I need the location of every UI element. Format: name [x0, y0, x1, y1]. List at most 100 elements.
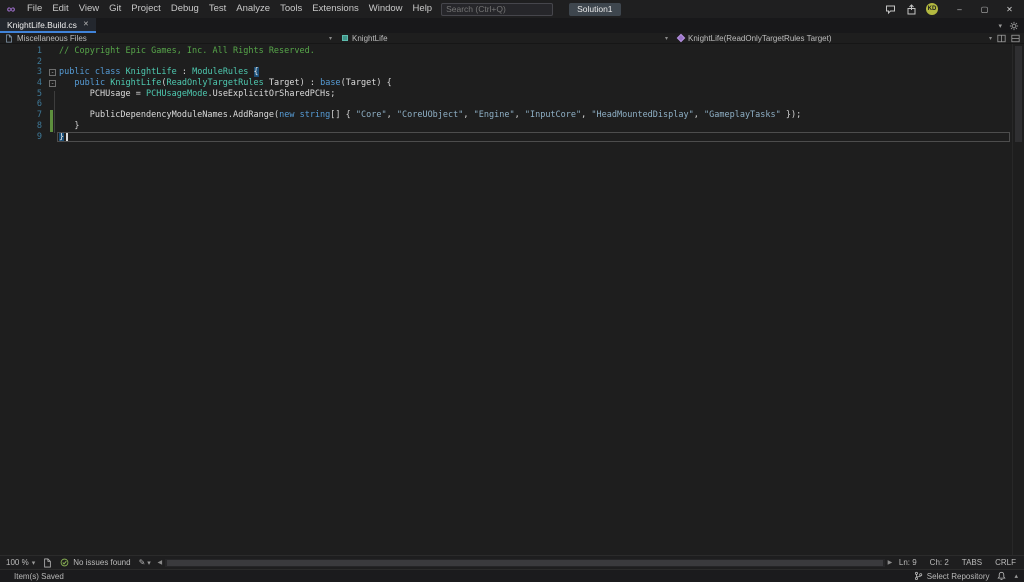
- column-indicator[interactable]: Ch: 2: [930, 558, 949, 567]
- avatar[interactable]: KD: [926, 3, 938, 15]
- close-button[interactable]: ✕: [997, 0, 1022, 18]
- zoom-level: 100 %: [6, 558, 29, 567]
- visual-studio-logo-icon[interactable]: ∞: [0, 0, 22, 18]
- token: PublicDependencyModuleNames: [89, 110, 228, 121]
- code-line[interactable]: 5 PCHUsage = PCHUsageMode.UseExplicitOrS…: [0, 89, 1012, 100]
- indent-mode-indicator[interactable]: TABS: [962, 558, 982, 567]
- code-line[interactable]: 7 PublicDependencyModuleNames.AddRange(n…: [0, 110, 1012, 121]
- vertical-scrollbar[interactable]: [1012, 44, 1024, 555]
- breadcrumb-method[interactable]: KnightLife(ReadOnlyTargetRules Target) ▾: [673, 33, 997, 43]
- code-line[interactable]: 2: [0, 57, 1012, 68]
- search-box[interactable]: [441, 2, 554, 16]
- eol-indicator[interactable]: CRLF: [995, 558, 1016, 567]
- token: "HeadMountedDisplay": [591, 110, 694, 121]
- menu-item-extensions[interactable]: Extensions: [307, 0, 363, 18]
- window-settings-icon[interactable]: [1009, 21, 1019, 31]
- method-icon: [676, 33, 686, 43]
- class-icon: [342, 35, 348, 41]
- line-number: 1: [36, 46, 42, 56]
- tab-strip-right: ▾: [998, 18, 1024, 33]
- chevron-down-icon[interactable]: ▾: [665, 35, 668, 42]
- token: {: [253, 67, 259, 78]
- scroll-left-icon[interactable]: ◀: [155, 559, 165, 566]
- vertical-scrollbar-thumb[interactable]: [1015, 46, 1022, 142]
- token: ,: [693, 110, 704, 121]
- editor-group: 1 // Copyright Epic Games, Inc. All Right…: [0, 44, 1024, 555]
- token: ReadOnlyTargetRules: [166, 78, 264, 89]
- line-number: 3: [36, 67, 42, 78]
- token: new: [279, 110, 295, 121]
- status-message: Item(s) Saved: [14, 571, 64, 581]
- horizontal-scrollbar[interactable]: ◀ ▶: [155, 556, 895, 569]
- title-bar-right: KD – ▢ ✕: [884, 0, 1024, 18]
- token: ,: [514, 110, 525, 121]
- chevron-down-icon[interactable]: ▾: [329, 35, 332, 42]
- solution-selector[interactable]: Solution1: [569, 2, 621, 16]
- line-indicator[interactable]: Ln: 9: [899, 558, 917, 567]
- share-icon[interactable]: [905, 3, 917, 15]
- breadcrumb-file[interactable]: Miscellaneous Files ▾: [0, 33, 337, 43]
- tab-close-icon[interactable]: ✕: [83, 21, 89, 28]
- minimize-button[interactable]: –: [947, 0, 972, 18]
- menu-item-test[interactable]: Test: [204, 0, 231, 18]
- token: =: [130, 88, 147, 99]
- menu-item-help[interactable]: Help: [408, 0, 438, 18]
- document-health-icon[interactable]: [43, 558, 52, 568]
- horizontal-scrollbar-thumb[interactable]: [166, 559, 883, 566]
- code-line[interactable]: 1 // Copyright Epic Games, Inc. All Right…: [0, 46, 1012, 57]
- line-number: 7: [36, 110, 42, 121]
- menu-item-debug[interactable]: Debug: [166, 0, 204, 18]
- visual-studio-window: ∞ File Edit View Git Project Debug Test Analyze…: [0, 0, 1024, 582]
- editor-status-left: 100 % ▾ No issues found ✎ ▾: [0, 558, 151, 568]
- scroll-right-icon[interactable]: ▶: [885, 559, 895, 566]
- collapse-box: -: [49, 79, 56, 87]
- token: ;: [330, 88, 336, 99]
- send-feedback-icon[interactable]: [884, 3, 896, 15]
- menu-item-window[interactable]: Window: [364, 0, 408, 18]
- menu-item-edit[interactable]: Edit: [47, 0, 73, 18]
- fold-collapse-icon[interactable]: -: [46, 78, 59, 89]
- code-line[interactable]: 6: [0, 99, 1012, 110]
- code-line[interactable]: 9}: [0, 131, 1012, 143]
- expand-panel-icon[interactable]: ▴: [1014, 572, 1018, 580]
- code-line[interactable]: 3- public class KnightLife : ModuleRules …: [0, 67, 1012, 78]
- select-repository-button[interactable]: Select Repository: [914, 571, 989, 581]
- tab-knightlife-build-cs[interactable]: KnightLife.Build.cs ✕: [0, 18, 96, 33]
- token: ,: [463, 110, 474, 121]
- token: "Core": [355, 110, 387, 121]
- horizontal-scrollbar-track[interactable]: [164, 558, 885, 567]
- maximize-button[interactable]: ▢: [972, 0, 997, 18]
- title-bar: ∞ File Edit View Git Project Debug Test Analyze…: [0, 0, 1024, 18]
- zoom-chevron-icon[interactable]: ▾: [32, 559, 36, 567]
- menu-item-project[interactable]: Project: [126, 0, 166, 18]
- health-indicator[interactable]: No issues found: [60, 558, 131, 567]
- code-line[interactable]: 4- public KnightLife(ReadOnlyTargetRules…: [0, 78, 1012, 89]
- zoom-control[interactable]: 100 % ▾: [6, 558, 35, 567]
- edit-suggestions-control[interactable]: ✎ ▾: [139, 558, 151, 567]
- token: class: [94, 67, 121, 78]
- code-line[interactable]: 8 }: [0, 120, 1012, 132]
- notifications-bell-icon[interactable]: [997, 571, 1007, 581]
- token: KnightLife: [110, 78, 162, 89]
- fold-collapse-icon[interactable]: -: [46, 67, 59, 78]
- menu-item-tools[interactable]: Tools: [275, 0, 307, 18]
- split-vertical-icon[interactable]: [997, 34, 1006, 43]
- text-cursor: [66, 131, 68, 141]
- menu-item-view[interactable]: View: [74, 0, 104, 18]
- token: ,: [386, 110, 397, 121]
- search-input[interactable]: [442, 4, 553, 14]
- menu-item-file[interactable]: File: [22, 0, 47, 18]
- chevron-down-icon[interactable]: ▾: [998, 22, 1002, 30]
- code-area[interactable]: 1 // Copyright Epic Games, Inc. All Right…: [0, 44, 1012, 555]
- breadcrumb-class[interactable]: KnightLife ▾: [337, 33, 673, 43]
- split-horizontal-icon[interactable]: [1011, 34, 1020, 43]
- file-icon: [5, 34, 13, 43]
- code-text: }: [59, 131, 68, 143]
- token: PCHUsage: [89, 88, 131, 99]
- fold-margin: [46, 132, 59, 143]
- token: Target: [345, 78, 377, 89]
- chevron-down-icon[interactable]: ▾: [989, 35, 992, 42]
- menu-item-git[interactable]: Git: [104, 0, 126, 18]
- menu-item-analyze[interactable]: Analyze: [231, 0, 275, 18]
- tab-strip: KnightLife.Build.cs ✕ ▾: [0, 18, 1024, 33]
